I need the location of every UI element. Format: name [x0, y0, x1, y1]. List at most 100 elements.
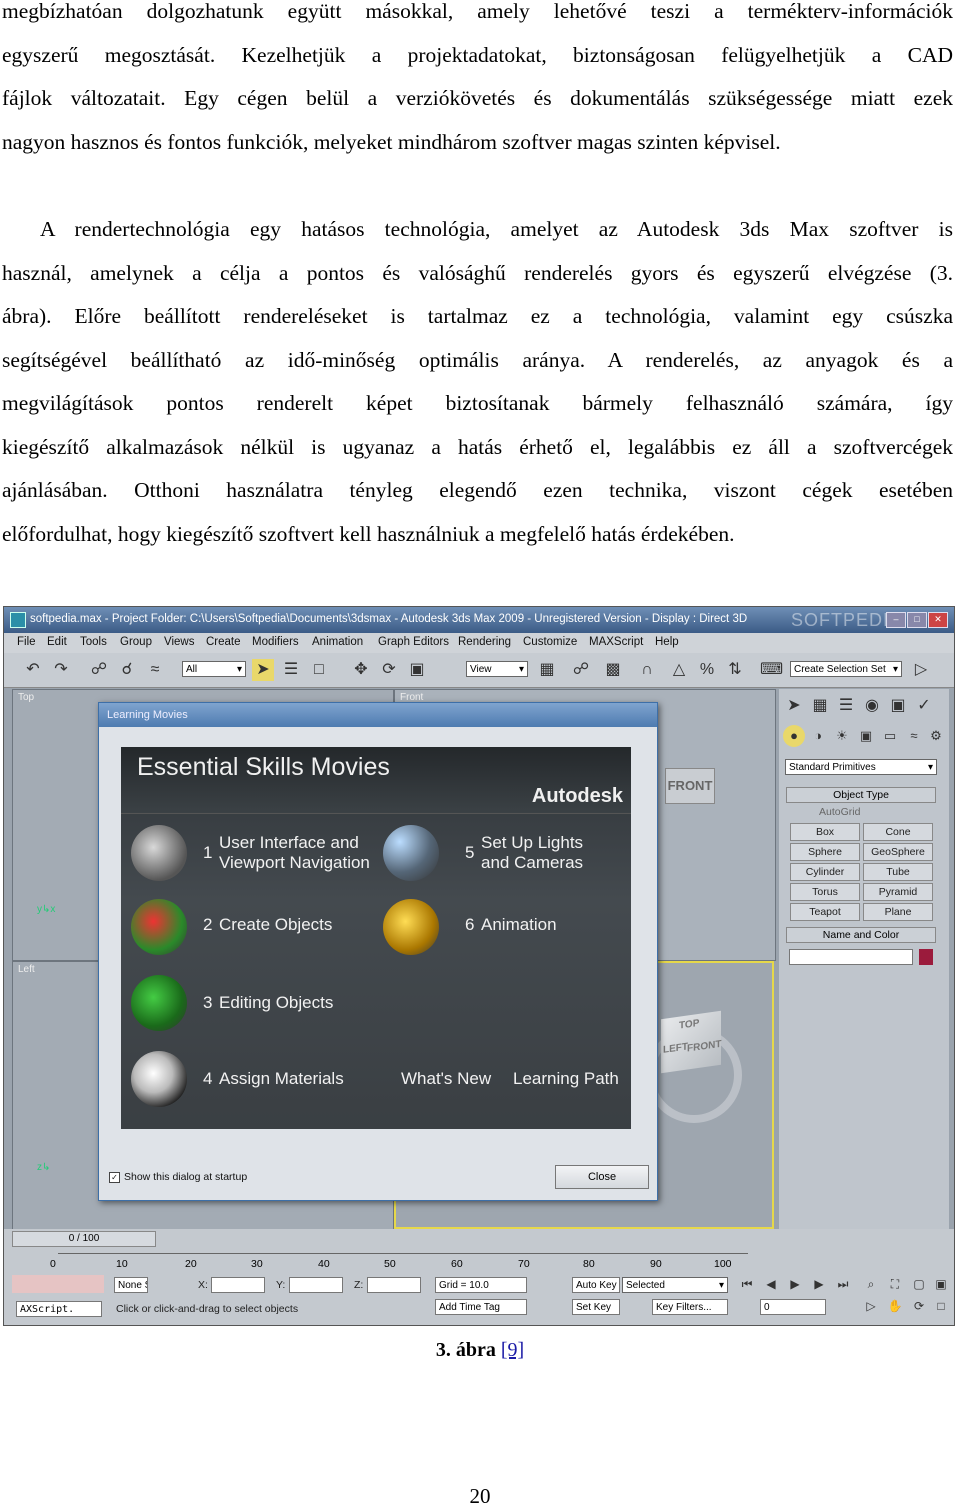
object-name-field[interactable] [789, 949, 913, 965]
prev-frame-icon[interactable]: ◀ [760, 1273, 782, 1295]
create-objects-movie-icon[interactable] [131, 899, 187, 955]
reference-coord-dropdown[interactable]: View [466, 661, 528, 678]
menu-graph-editors[interactable]: Graph Editors [378, 636, 449, 648]
teapot-button[interactable]: Teapot [790, 903, 860, 921]
interface-movie-icon[interactable] [131, 825, 187, 881]
auto-key-button[interactable]: Auto Key [572, 1277, 620, 1293]
close-button[interactable]: Close [555, 1165, 649, 1189]
helpers-icon[interactable]: ▭ [879, 725, 901, 747]
keyboard-shortcut-icon[interactable]: ▩ [602, 659, 624, 681]
menu-help[interactable]: Help [655, 636, 679, 648]
maximize-viewport-icon[interactable]: □ [930, 1295, 952, 1317]
add-time-tag-button[interactable]: Add Time Tag [435, 1299, 527, 1315]
movie-item-1[interactable]: 1 User Interface and Viewport Navigation [203, 833, 370, 873]
shapes-icon[interactable]: ◑ [807, 725, 829, 747]
pyramid-button[interactable]: Pyramid [863, 883, 933, 901]
menu-create[interactable]: Create [206, 636, 241, 648]
systems-icon[interactable]: ⚙ [925, 725, 947, 747]
manipulate-icon[interactable]: ☍ [570, 659, 592, 681]
pan-icon[interactable]: ✋ [884, 1295, 906, 1317]
scale-icon[interactable]: ▣ [406, 659, 428, 681]
torus-button[interactable]: Torus [790, 883, 860, 901]
mirror-icon[interactable]: ▷ [910, 659, 932, 681]
utilities-tab-icon[interactable]: ✓ [913, 695, 935, 717]
track-bar[interactable]: 0 10 20 30 40 50 60 70 80 90 100 [50, 1253, 748, 1274]
menu-maxscript[interactable]: MAXScript [589, 636, 643, 648]
object-type-rollout[interactable]: Object Type [786, 787, 936, 803]
x-coord-field[interactable] [211, 1277, 265, 1293]
movie-item-3[interactable]: 3 Editing Objects [203, 993, 333, 1013]
pivot-icon[interactable]: ▦ [536, 659, 558, 681]
learning-path-link[interactable]: Learning Path [513, 1069, 619, 1089]
primitive-category-dropdown[interactable]: Standard Primitives [785, 759, 937, 776]
key-filters-button[interactable]: Key Filters... [652, 1299, 728, 1315]
snap-3-icon[interactable]: ∩ [636, 659, 658, 681]
move-icon[interactable]: ✥ [350, 659, 372, 681]
movie-item-5[interactable]: 5 Set Up Lights and Cameras [465, 833, 583, 873]
lights-icon[interactable]: ☀ [831, 725, 853, 747]
menu-customize[interactable]: Customize [523, 636, 577, 648]
maxscript-field[interactable]: AXScript. [16, 1301, 102, 1317]
percent-snap-icon[interactable]: % [696, 659, 718, 681]
autogrid-checkbox[interactable]: AutoGrid [819, 806, 860, 818]
citation-link[interactable]: [9] [501, 1339, 524, 1361]
menu-modifiers[interactable]: Modifiers [252, 636, 299, 648]
spacewarps-icon[interactable]: ≈ [903, 725, 925, 747]
zoom-extents-icon[interactable]: ▢ [908, 1273, 930, 1295]
modify-tab-icon[interactable]: ▦ [809, 695, 831, 717]
display-tab-icon[interactable]: ▣ [887, 695, 909, 717]
checkbox-checked-icon[interactable]: ✓ [109, 1172, 120, 1183]
geometry-icon[interactable]: ● [783, 725, 805, 747]
maximize-icon[interactable]: □ [907, 612, 927, 628]
rotate-icon[interactable]: ⟳ [378, 659, 400, 681]
menu-group[interactable]: Group [120, 636, 152, 648]
fov-icon[interactable]: ▷ [860, 1295, 882, 1317]
orbit-icon[interactable]: ⟳ [908, 1295, 930, 1317]
plane-button[interactable]: Plane [863, 903, 933, 921]
cylinder-button[interactable]: Cylinder [790, 863, 860, 881]
time-slider[interactable]: 0 / 100 [12, 1231, 156, 1247]
redo-icon[interactable]: ↷ [50, 659, 72, 681]
tube-button[interactable]: Tube [863, 863, 933, 881]
movie-item-6[interactable]: 6 Animation [465, 915, 557, 935]
menu-rendering[interactable]: Rendering [458, 636, 511, 648]
play-icon[interactable]: ▶ [784, 1273, 806, 1295]
create-tab-icon[interactable]: ➤ [783, 695, 805, 717]
named-selection-dropdown[interactable]: Create Selection Set [790, 661, 902, 678]
maxscript-listener-mini[interactable] [12, 1275, 104, 1293]
box-button[interactable]: Box [790, 823, 860, 841]
link-icon[interactable]: ☍ [88, 659, 110, 681]
motion-tab-icon[interactable]: ◉ [861, 695, 883, 717]
next-frame-icon[interactable]: ▶ [808, 1273, 830, 1295]
viewcube-icon[interactable]: TOP LEFT FRONT [661, 1010, 721, 1074]
zoom-all-icon[interactable]: ⛶ [884, 1273, 906, 1295]
viewcube-front-icon[interactable]: FRONT [665, 768, 715, 804]
key-set-dropdown[interactable]: Selected [622, 1277, 728, 1294]
menu-edit[interactable]: Edit [47, 636, 67, 648]
menu-tools[interactable]: Tools [80, 636, 107, 648]
angle-snap-icon[interactable]: △ [668, 659, 690, 681]
spinner-snap-icon[interactable]: ⇅ [724, 659, 746, 681]
menu-animation[interactable]: Animation [312, 636, 363, 648]
name-color-rollout[interactable]: Name and Color [786, 927, 936, 943]
set-key-button[interactable]: Set Key [572, 1299, 620, 1315]
zoom-extents-all-icon[interactable]: ▣ [930, 1273, 952, 1295]
movie-item-2[interactable]: 2 Create Objects [203, 915, 332, 935]
geosphere-button[interactable]: GeoSphere [863, 843, 933, 861]
goto-end-icon[interactable]: ⏭ [832, 1273, 854, 1295]
goto-start-icon[interactable]: ⏮ [736, 1273, 758, 1295]
assign-materials-movie-icon[interactable] [131, 1051, 187, 1107]
hierarchy-tab-icon[interactable]: ☰ [835, 695, 857, 717]
menu-file[interactable]: File [17, 636, 36, 648]
lights-cameras-movie-icon[interactable] [383, 825, 439, 881]
cameras-icon[interactable]: ▣ [855, 725, 877, 747]
y-coord-field[interactable] [289, 1277, 343, 1293]
zoom-icon[interactable]: ⌕ [860, 1273, 882, 1295]
undo-icon[interactable]: ↶ [22, 659, 44, 681]
selection-filter-dropdown[interactable]: All [182, 661, 246, 678]
select-object-icon[interactable]: ➤ [252, 659, 274, 681]
sphere-button[interactable]: Sphere [790, 843, 860, 861]
close-icon[interactable]: ✕ [928, 612, 948, 628]
z-coord-field[interactable] [367, 1277, 421, 1293]
animation-movie-icon[interactable] [383, 899, 439, 955]
